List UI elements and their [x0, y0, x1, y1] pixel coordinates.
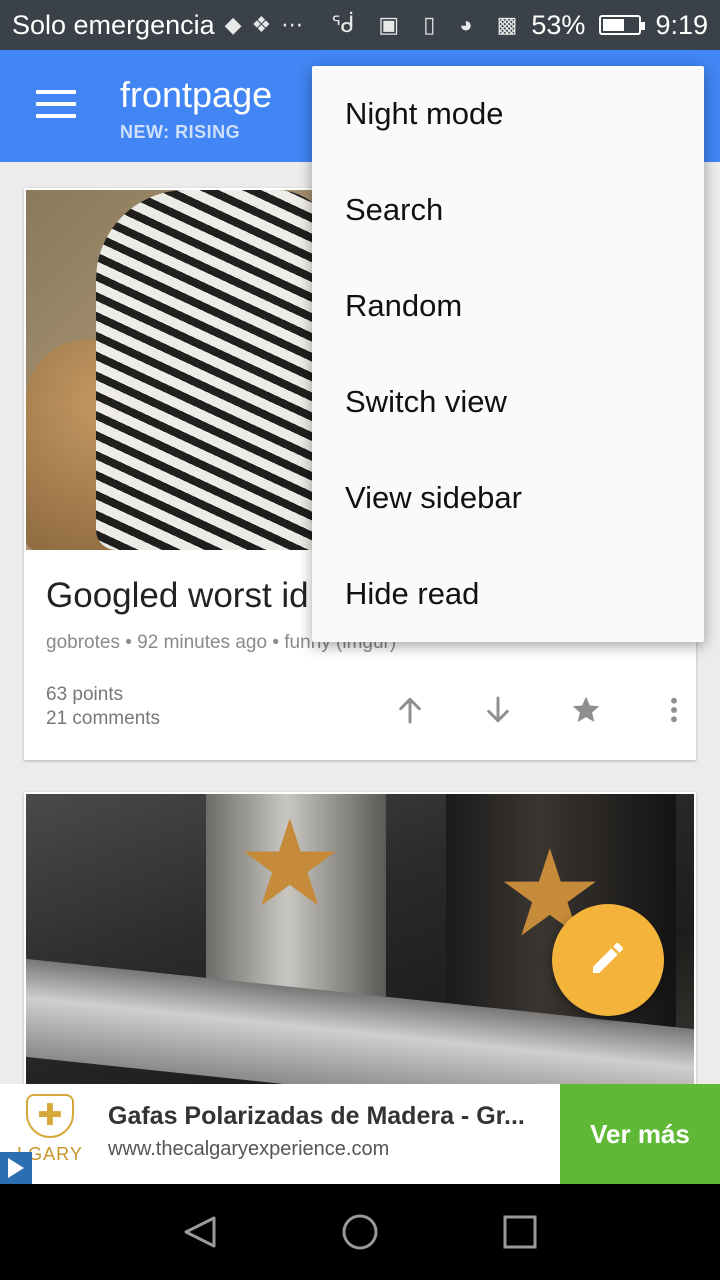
status-bar: Solo emergencia ◆ ❖ ⋯ ᖂ ▣ ▯ ◕ ▩ 53% 9:19 — [0, 0, 720, 50]
overflow-menu: Night mode Search Random Switch view Vie… — [312, 66, 704, 642]
diamond-icon: ❖ — [251, 12, 272, 37]
vibrate-icon: ▯ — [423, 12, 436, 37]
wifi-icon: ◕ — [459, 12, 473, 37]
compose-button[interactable] — [552, 904, 664, 1016]
nfc-icon: ▣ — [378, 12, 400, 37]
menu-item-view-sidebar[interactable]: View sidebar — [312, 450, 704, 546]
notification-icon: ◆ — [224, 12, 242, 37]
more-dots-icon: ⋯ — [281, 12, 304, 37]
ad-banner[interactable]: ✚ LGARY Gafas Polarizadas de Madera - Gr… — [0, 1084, 720, 1184]
back-icon[interactable] — [180, 1212, 220, 1252]
star-decoration: ★ — [236, 797, 344, 931]
home-icon[interactable] — [340, 1212, 380, 1252]
post-comments[interactable]: 21 comments — [46, 708, 160, 730]
post-title[interactable]: Googled worst id — [46, 576, 309, 616]
downvote-icon[interactable] — [476, 688, 520, 732]
data-icon: ▩ — [496, 12, 518, 37]
ad-title[interactable]: Gafas Polarizadas de Madera - Gr... — [108, 1102, 556, 1131]
post-actions — [354, 688, 684, 732]
star-icon[interactable] — [564, 688, 608, 732]
pencil-icon — [588, 938, 628, 983]
clock: 9:19 — [655, 9, 708, 40]
bluetooth-icon: ᖂ — [331, 12, 355, 37]
battery-icon — [599, 15, 646, 35]
upvote-icon[interactable] — [388, 688, 432, 732]
menu-item-switch-view[interactable]: Switch view — [312, 354, 704, 450]
menu-item-search[interactable]: Search — [312, 162, 704, 258]
overflow-icon[interactable] — [652, 688, 696, 732]
menu-item-night-mode[interactable]: Night mode — [312, 66, 704, 162]
recents-icon[interactable] — [500, 1212, 540, 1252]
menu-item-random[interactable]: Random — [312, 258, 704, 354]
navigation-bar — [0, 1184, 720, 1280]
crest-icon: ✚ — [26, 1094, 74, 1138]
carrier-label: Solo emergencia — [12, 9, 215, 40]
hamburger-menu-icon[interactable] — [36, 90, 76, 120]
zebra-figure — [96, 190, 336, 550]
app-title: frontpage — [120, 74, 273, 115]
post-points: 63 points — [46, 684, 124, 705]
ad-url[interactable]: www.thecalgaryexperience.com — [108, 1138, 389, 1161]
battery-percent: 53% — [531, 9, 586, 40]
ad-cta-button[interactable]: Ver más — [560, 1084, 720, 1184]
menu-item-hide-read[interactable]: Hide read — [312, 546, 704, 642]
adchoices-icon[interactable] — [0, 1152, 32, 1184]
app-subtitle[interactable]: NEW: RISING — [120, 122, 240, 143]
